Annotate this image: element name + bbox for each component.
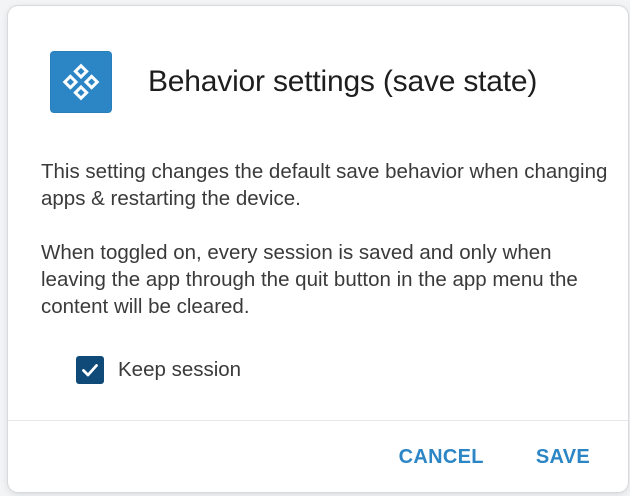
checkmark-icon [82, 364, 98, 377]
app-logo-icon [50, 51, 112, 113]
behavior-settings-dialog: Behavior settings (save state) This sett… [8, 6, 628, 492]
cancel-button[interactable]: CANCEL [399, 446, 484, 469]
description-paragraph-2: When toggled on, every session is saved … [41, 241, 578, 318]
description-paragraph-1: This setting changes the default save be… [41, 160, 608, 210]
dialog-title: Behavior settings (save state) [148, 65, 538, 98]
dialog-actions: CANCEL SAVE [399, 446, 590, 469]
screen: Behavior settings (save state) This sett… [0, 0, 630, 496]
dialog-header: Behavior settings (save state) [50, 50, 537, 114]
save-button[interactable]: SAVE [536, 446, 590, 469]
diamond-grid-icon [62, 63, 100, 101]
keep-session-checkbox[interactable] [76, 356, 104, 384]
actions-divider [8, 420, 628, 421]
keep-session-label[interactable]: Keep session [118, 358, 241, 382]
keep-session-checkbox-row[interactable]: Keep session [76, 356, 241, 384]
